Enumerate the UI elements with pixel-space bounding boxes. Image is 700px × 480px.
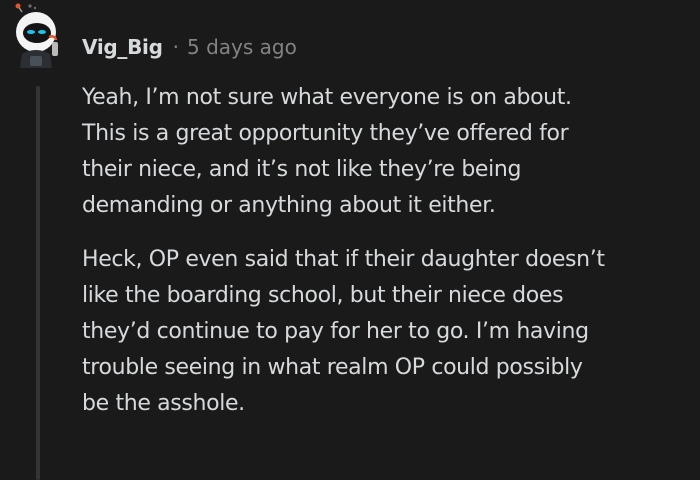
comment-line: This is a great opportunity they’ve offe… — [82, 121, 569, 146]
username-link[interactable]: Vig_Big — [82, 35, 163, 59]
thread-line[interactable] — [36, 86, 40, 480]
comment-line: demanding or anything about it either. — [82, 193, 496, 218]
comment-line: they’d continue to pay for her to go. I’… — [82, 319, 589, 344]
comment-paragraph-2: Heck, OP even said that if their daughte… — [82, 242, 682, 422]
robot-avatar-icon[interactable] — [8, 2, 70, 70]
comment: Vig_Big · 5 days ago Yeah, I’m not sure … — [0, 0, 700, 480]
comment-line: like the boarding school, but their niec… — [82, 283, 564, 308]
comment-line: Heck, OP even said that if their daughte… — [82, 247, 605, 272]
comment-line: their niece, and it’s not like they’re b… — [82, 157, 522, 182]
comment-paragraph-1: Yeah, I’m not sure what everyone is on a… — [82, 80, 682, 224]
comment-body: Yeah, I’m not sure what everyone is on a… — [82, 80, 682, 440]
comment-line: Yeah, I’m not sure what everyone is on a… — [82, 85, 572, 110]
comment-line: be the asshole. — [82, 391, 245, 416]
comment-header: Vig_Big · 5 days ago — [82, 30, 297, 64]
separator-dot: · — [172, 35, 179, 59]
comment-line: trouble seeing in what realm OP could po… — [82, 355, 583, 380]
timestamp-link[interactable]: 5 days ago — [187, 35, 297, 59]
